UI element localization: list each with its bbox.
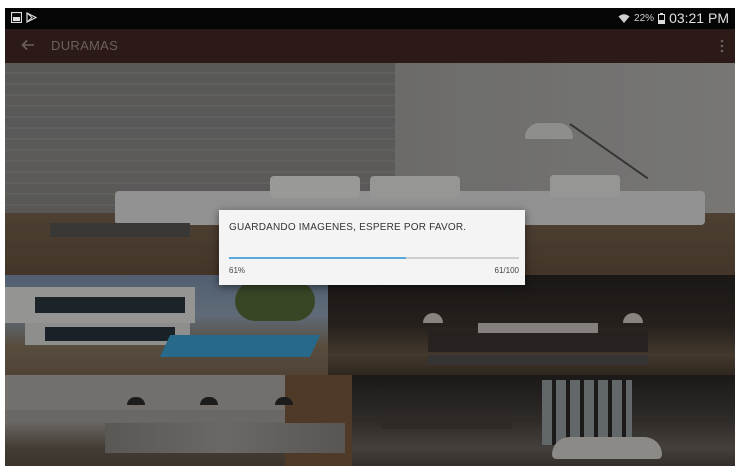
app-toolbar: DURAMAS	[5, 29, 735, 63]
battery-percent: 22%	[634, 12, 655, 24]
progress-dialog: GUARDANDO IMAGENES, ESPERE POR FAVOR. 61…	[219, 210, 525, 285]
progress-percent: 61%	[229, 266, 246, 275]
gallery-image-kitchen[interactable]	[5, 375, 352, 466]
bed	[428, 330, 648, 352]
house-lower-windows	[45, 327, 175, 341]
bed-base	[428, 355, 648, 365]
coffee-table	[50, 223, 190, 237]
toolbar-title: DURAMAS	[51, 38, 119, 53]
gallery-image-house-pool[interactable]	[5, 275, 328, 375]
arrow-left-icon[interactable]	[19, 36, 37, 54]
status-clock: 03:21 PM	[669, 10, 729, 26]
bathroom-window	[542, 380, 632, 445]
bedside-lamp	[623, 313, 643, 323]
bedside-lamp	[423, 313, 443, 323]
swimming-pool	[159, 335, 321, 357]
more-vert-icon[interactable]	[717, 37, 727, 55]
gallery-image-bedroom[interactable]	[328, 275, 735, 375]
progress-count: 61/100	[494, 266, 519, 275]
progress-bar	[229, 257, 519, 259]
trees	[235, 281, 315, 321]
bathroom-counter	[382, 415, 512, 429]
bathtub	[552, 437, 662, 459]
device-screen: 22% 03:21 PM DURAMAS GUARDANDO IMAGENES,…	[5, 8, 735, 466]
progress-bar-fill	[229, 257, 406, 259]
sofa-cushion	[550, 175, 620, 197]
kitchen-wall	[5, 375, 285, 410]
floor-lamp-shade	[525, 123, 573, 139]
pendant-light	[200, 397, 218, 405]
sofa-cushion	[370, 176, 460, 198]
kitchen-island	[105, 423, 345, 453]
wifi-icon	[618, 13, 630, 23]
gallery-icon	[11, 12, 22, 23]
pendant-light	[275, 397, 293, 405]
bed-sheet	[478, 323, 598, 333]
status-right: 22% 03:21 PM	[618, 10, 729, 26]
play-store-icon	[26, 12, 37, 23]
house-windows	[35, 297, 185, 313]
status-bar: 22% 03:21 PM	[5, 8, 735, 29]
gallery-image-bathroom[interactable]	[352, 375, 735, 466]
progress-message: GUARDANDO IMAGENES, ESPERE POR FAVOR.	[229, 222, 467, 233]
pendant-light	[127, 397, 145, 405]
sofa-cushion	[270, 176, 360, 198]
battery-icon	[658, 12, 666, 24]
notification-icons	[11, 12, 37, 23]
